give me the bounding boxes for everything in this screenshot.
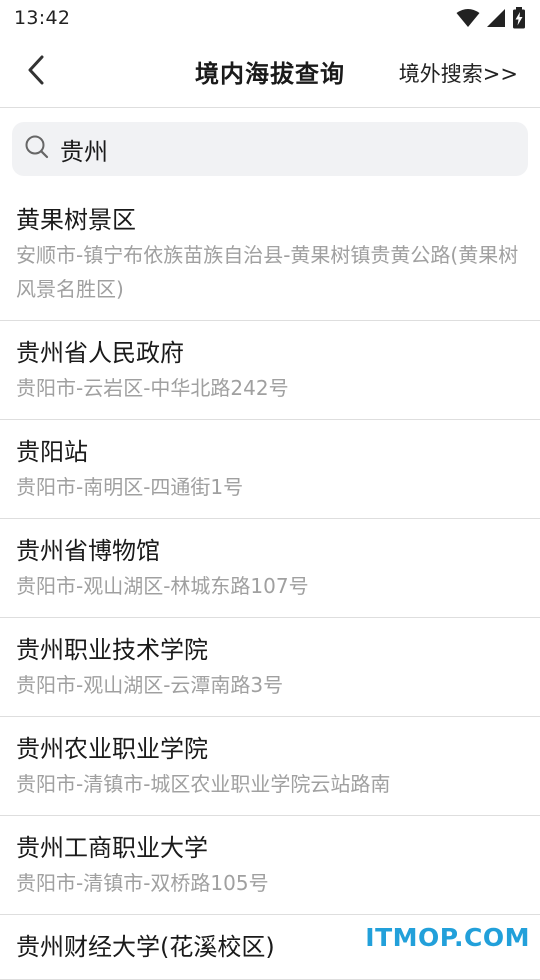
status-time: 13:42 — [14, 7, 71, 29]
status-bar: 13:42 — [0, 0, 540, 36]
search-icon — [24, 134, 50, 164]
result-address: 贵阳市-清镇市-城区农业职业学院云站路南 — [16, 772, 391, 796]
status-icons — [456, 7, 526, 29]
search-bar[interactable] — [12, 122, 528, 176]
search-input[interactable] — [58, 134, 502, 164]
page-title: 境内海拔查询 — [195, 60, 345, 88]
result-address: 贵阳市-观山湖区-林城东路107号 — [16, 574, 309, 598]
battery-charging-icon — [512, 7, 526, 29]
result-item[interactable]: 贵阳站 贵阳市-南明区-四通街1号 — [0, 420, 540, 519]
abroad-search-link[interactable]: 境外搜索>> — [399, 58, 518, 88]
result-name: 贵阳站 — [16, 438, 88, 466]
result-item[interactable]: 贵州农业职业学院 贵阳市-清镇市-城区农业职业学院云站路南 — [0, 717, 540, 816]
back-button[interactable] — [14, 52, 58, 92]
result-item[interactable]: 贵州职业技术学院 贵阳市-观山湖区-云潭南路3号 — [0, 618, 540, 717]
result-name: 贵州职业技术学院 — [16, 636, 208, 664]
result-address: 贵阳市-云岩区-中华北路242号 — [16, 376, 289, 400]
result-address: 贵阳市-南明区-四通街1号 — [16, 475, 244, 499]
chevron-left-icon — [25, 54, 47, 90]
result-item[interactable]: 贵州省人民政府 贵阳市-云岩区-中华北路242号 — [0, 321, 540, 420]
result-name: 贵州农业职业学院 — [16, 735, 208, 763]
top-navigation-bar: 境内海拔查询 境外搜索>> — [0, 36, 540, 108]
result-address: 贵阳市-清镇市-双桥路105号 — [16, 871, 269, 895]
search-results-list: 黄果树景区 安顺市-镇宁布依族苗族自治县-黄果树镇贵黄公路(黄果树风景名胜区) … — [0, 188, 540, 980]
result-address: 贵阳市-观山湖区-云潭南路3号 — [16, 673, 284, 697]
watermark-logo: ITMOP.COM — [365, 923, 530, 952]
result-item[interactable]: 贵州工商职业大学 贵阳市-清镇市-双桥路105号 — [0, 816, 540, 915]
wifi-icon — [456, 8, 480, 28]
result-item[interactable]: 贵州省博物馆 贵阳市-观山湖区-林城东路107号 — [0, 519, 540, 618]
result-name: 黄果树景区 — [16, 206, 136, 234]
result-item[interactable]: 黄果树景区 安顺市-镇宁布依族苗族自治县-黄果树镇贵黄公路(黄果树风景名胜区) — [0, 188, 540, 321]
result-address: 安顺市-镇宁布依族苗族自治县-黄果树镇贵黄公路(黄果树风景名胜区) — [16, 243, 519, 301]
result-name: 贵州省人民政府 — [16, 339, 184, 367]
result-name: 贵州省博物馆 — [16, 537, 160, 565]
signal-icon — [486, 8, 506, 28]
result-name: 贵州工商职业大学 — [16, 834, 208, 862]
